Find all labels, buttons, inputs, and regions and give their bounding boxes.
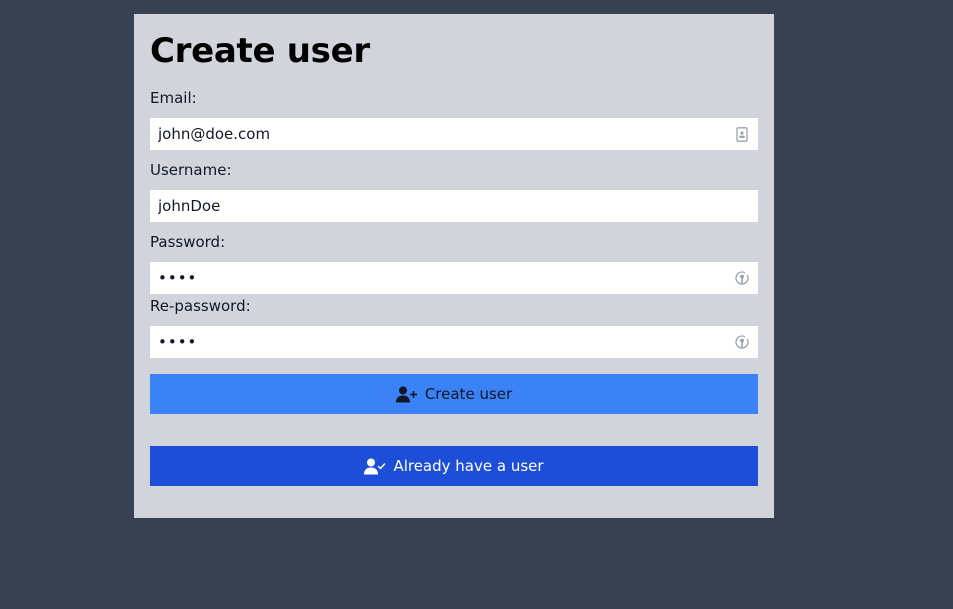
email-field-container (150, 118, 758, 150)
email-field[interactable] (158, 118, 728, 150)
already-have-user-button[interactable]: Already have a user (150, 446, 758, 486)
username-field[interactable] (158, 190, 750, 222)
create-user-button[interactable]: Create user (150, 374, 758, 414)
username-label: Username: (150, 161, 232, 179)
repassword-field[interactable] (158, 326, 728, 358)
password-field-container (150, 262, 758, 294)
key-autofill-icon[interactable] (734, 270, 750, 286)
key-autofill-icon[interactable] (734, 334, 750, 350)
repassword-field-container (150, 326, 758, 358)
create-user-button-label: Create user (424, 385, 513, 403)
repassword-label: Re-password: (150, 297, 251, 315)
user-plus-icon (395, 385, 418, 403)
password-field[interactable] (158, 262, 728, 294)
user-check-icon (364, 457, 386, 475)
username-field-container (150, 190, 758, 222)
password-label: Password: (150, 233, 226, 251)
page-title: Create user (150, 31, 370, 71)
already-have-user-button-label: Already have a user (393, 457, 544, 475)
email-label: Email: (150, 89, 197, 107)
create-user-form: Create user Email: Username: Password: (134, 14, 774, 518)
contact-card-icon[interactable] (734, 126, 750, 142)
